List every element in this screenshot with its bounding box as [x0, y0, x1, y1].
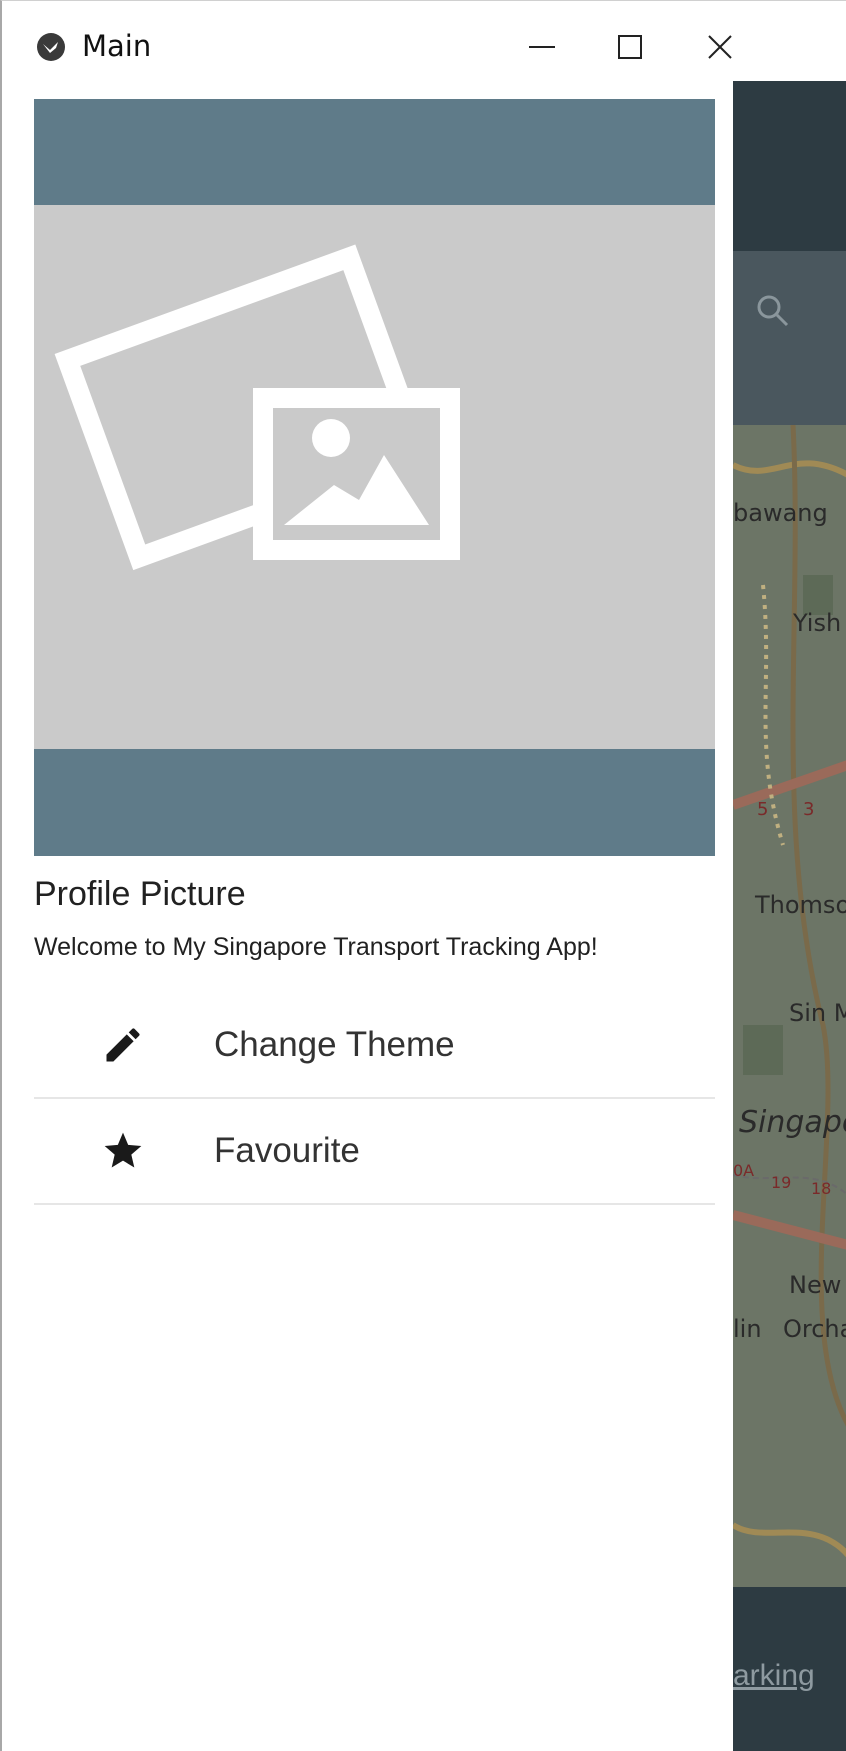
map-label: 18	[811, 1179, 832, 1198]
maximize-icon	[618, 35, 642, 59]
navigation-drawer: Profile Picture Welcome to My Singapore …	[16, 93, 733, 1751]
image-placeholder-icon	[54, 244, 460, 571]
maximize-button[interactable]	[580, 1, 680, 93]
map-label: lin	[733, 1315, 762, 1343]
minimize-icon	[529, 46, 555, 48]
profile-title: Profile Picture	[34, 875, 246, 913]
map-label: New	[789, 1271, 842, 1299]
map-label: 5	[757, 799, 769, 820]
map-label: 3	[803, 799, 815, 820]
close-icon	[708, 35, 732, 59]
map-label: Yish	[793, 609, 842, 637]
menu-item-change-theme[interactable]: Change Theme	[34, 993, 715, 1099]
menu-item-label: Favourite	[214, 1131, 360, 1170]
minimize-button[interactable]	[492, 1, 592, 93]
menu-item-favourite[interactable]: Favourite	[34, 1099, 715, 1205]
welcome-text: Welcome to My Singapore Transport Tracki…	[34, 933, 598, 961]
menu-item-label: Change Theme	[214, 1025, 455, 1064]
map-label: 19	[771, 1173, 792, 1192]
search-icon	[757, 295, 789, 327]
app-window: Main bawang Yish 5 3 Thomso Sin Singap 0…	[0, 0, 846, 1751]
title-bar: Main	[2, 1, 846, 93]
map-label: Singapo	[739, 1105, 846, 1140]
map-label: 0A	[733, 1161, 755, 1180]
pencil-icon	[106, 1028, 140, 1062]
app-logo-icon	[37, 33, 65, 61]
profile-header-image	[34, 99, 715, 856]
close-button[interactable]	[670, 1, 770, 93]
image-placeholder	[34, 205, 715, 749]
star-icon	[104, 1132, 142, 1168]
window-title: Main	[82, 29, 152, 63]
map-label: bawang	[733, 499, 828, 527]
background-app: bawang Yish 5 3 Thomso Sin M Singapo 0A …	[733, 81, 846, 1751]
map-label: Sin M	[789, 999, 846, 1027]
map-label: Orcha	[783, 1315, 846, 1343]
background-bottom-link[interactable]: arking	[733, 1659, 815, 1693]
background-search-bar	[733, 251, 846, 425]
background-toolbar	[733, 81, 846, 251]
map-label: Thomso	[755, 891, 846, 919]
